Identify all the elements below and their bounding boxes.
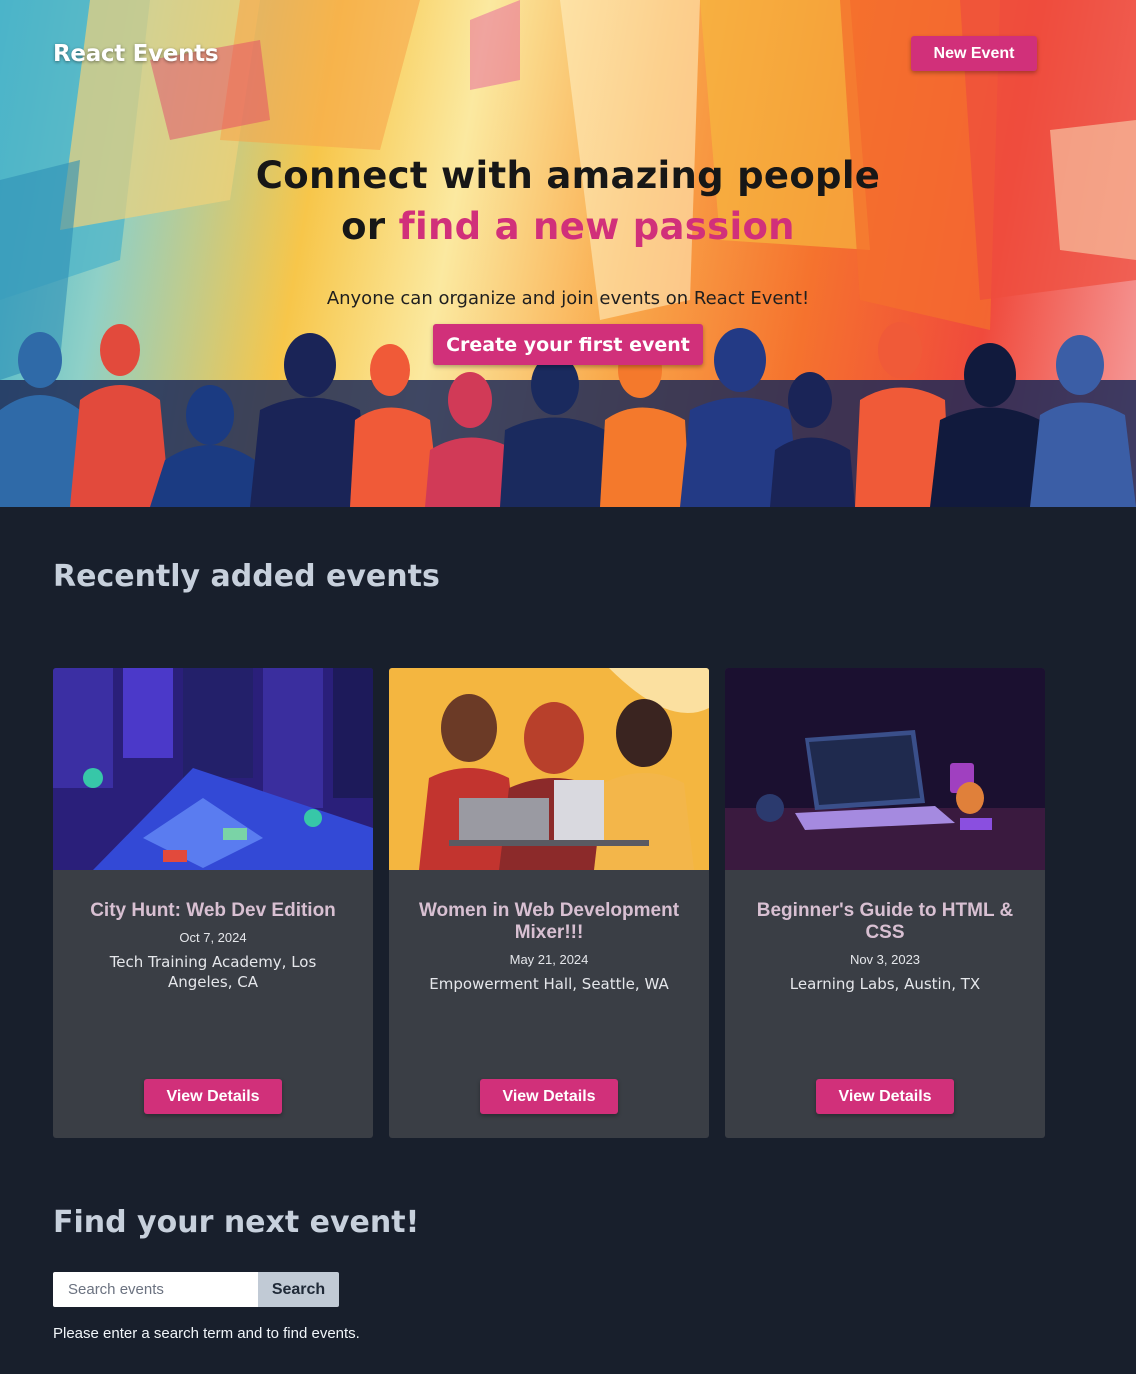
hero-title-accent: find a new passion (398, 205, 795, 248)
event-date: Oct 7, 2024 (179, 930, 247, 945)
find-events-heading: Find your next event! (53, 1205, 420, 1240)
event-date: Nov 3, 2023 (849, 952, 921, 967)
hero-title-or: or (341, 205, 399, 248)
event-cards: City Hunt: Web Dev Edition Oct 7, 2024 T… (53, 668, 1083, 1138)
event-image-city (53, 668, 373, 870)
event-card-body: Women in Web Development Mixer!!! May 21… (389, 870, 709, 994)
search-input[interactable] (53, 1272, 258, 1307)
event-location: Empowerment Hall, Seattle, WA (429, 975, 669, 993)
hero-banner: React Events New Event Connect with amaz… (0, 0, 1136, 507)
event-title: City Hunt: Web Dev Edition (90, 900, 336, 921)
event-card: City Hunt: Web Dev Edition Oct 7, 2024 T… (53, 668, 373, 1138)
event-card: Women in Web Development Mixer!!! May 21… (389, 668, 709, 1138)
search-form: Search (53, 1272, 1083, 1307)
search-hint: Please enter a search term and to find e… (53, 1325, 360, 1342)
hero-title-line1: Connect with amazing people (255, 154, 881, 197)
event-title: Beginner's Guide to HTML & CSS (756, 900, 1014, 943)
search-button[interactable]: Search (258, 1272, 339, 1307)
create-first-event-button[interactable]: Create your first event (433, 324, 703, 365)
event-image-women (389, 668, 709, 870)
new-event-button[interactable]: New Event (911, 36, 1037, 71)
hero-title: Connect with amazing people or find a ne… (0, 150, 1136, 252)
event-location: Learning Labs, Austin, TX (789, 975, 981, 993)
main-content: Recently added events City Hunt: Web Dev… (0, 507, 1136, 1342)
recent-events-heading: Recently added events (53, 559, 440, 594)
view-details-button[interactable]: View Details (144, 1079, 282, 1114)
event-title: Women in Web Development Mixer!!! (418, 900, 680, 943)
top-nav: React Events New Event (53, 36, 1037, 71)
event-card: Beginner's Guide to HTML & CSS Nov 3, 20… (725, 668, 1045, 1138)
event-card-body: Beginner's Guide to HTML & CSS Nov 3, 20… (725, 870, 1045, 994)
event-date: May 21, 2024 (509, 952, 589, 967)
brand-logo[interactable]: React Events (53, 41, 219, 67)
view-details-button[interactable]: View Details (816, 1079, 954, 1114)
event-location: Tech Training Academy, Los Angeles, CA (109, 953, 317, 991)
hero-content: Connect with amazing people or find a ne… (0, 150, 1136, 365)
event-card-body: City Hunt: Web Dev Edition Oct 7, 2024 T… (53, 870, 373, 992)
event-image-laptop (725, 668, 1045, 870)
hero-subtitle: Anyone can organize and join events on R… (326, 288, 810, 309)
view-details-button[interactable]: View Details (480, 1079, 618, 1114)
